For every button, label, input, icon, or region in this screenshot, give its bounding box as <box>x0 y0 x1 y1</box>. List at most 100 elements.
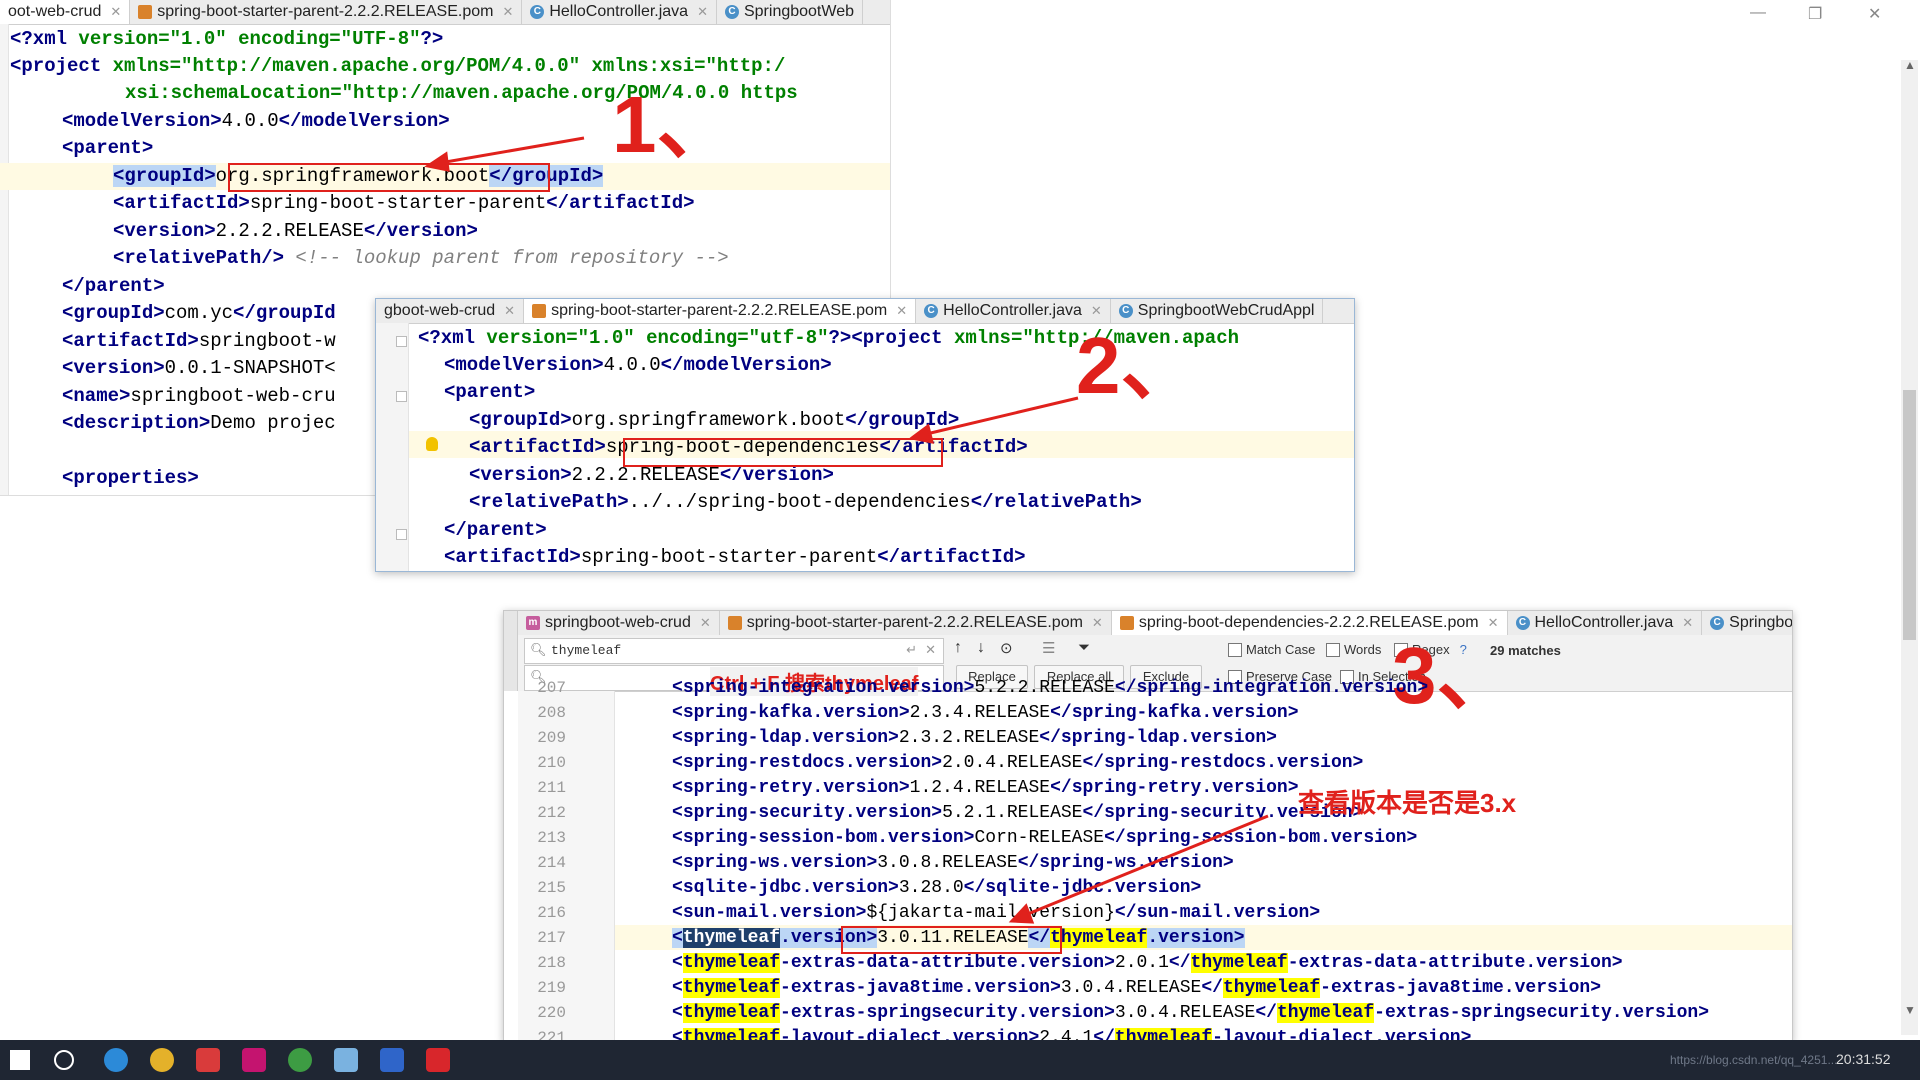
close-button[interactable]: ✕ <box>1868 4 1881 24</box>
code-line: </parent> <box>444 519 547 541</box>
tab-bar: m springboot-web-crud ✕ spring-boot-starte… <box>518 611 1792 636</box>
code-line: <relativePath>../../spring-boot-dependen… <box>469 491 1142 513</box>
close-icon[interactable]: ✕ <box>110 4 121 20</box>
tab-starter-parent-pom[interactable]: spring-boot-starter-parent-2.2.2.RELEASE… <box>720 611 1112 635</box>
clear-icon[interactable]: ✕ <box>925 642 936 658</box>
code-line: <artifactId>springboot-w <box>62 330 336 352</box>
close-icon[interactable]: ✕ <box>504 303 515 319</box>
scroll-down-icon[interactable]: ▼ <box>1904 1003 1916 1017</box>
tab-label: gboot-web-crud <box>384 302 496 319</box>
line-number: 218 <box>537 954 566 972</box>
tab-springboot-web-crud[interactable]: m springboot-web-crud ✕ <box>518 611 720 635</box>
tab-label: SpringbootWeb <box>743 3 854 20</box>
clock[interactable]: 20:31:52 <box>1836 1051 1891 1067</box>
tab-springbootwebcruda[interactable]: C SpringbootWebCrudA <box>1702 611 1792 635</box>
tab-label: spring-boot-starter-parent-2.2.2.RELEASE… <box>746 614 1083 631</box>
close-icon[interactable]: ✕ <box>1092 615 1103 631</box>
search-icon[interactable] <box>54 1050 74 1070</box>
search-query: thymeleaf <box>551 643 622 658</box>
close-icon[interactable]: ✕ <box>1682 615 1693 631</box>
code-line: </parent> <box>62 275 165 297</box>
close-icon[interactable]: ✕ <box>700 615 711 631</box>
project-tool-strip[interactable] <box>504 611 518 691</box>
word-icon[interactable] <box>380 1048 404 1072</box>
close-icon[interactable]: ✕ <box>1488 615 1499 631</box>
search-input[interactable]: 🔍︎ thymeleaf ↵ ✕ <box>524 638 944 664</box>
close-icon[interactable]: ✕ <box>1091 303 1102 319</box>
maximize-button[interactable]: ❐ <box>1808 4 1822 24</box>
next-occurrence-icon[interactable]: ↓ <box>977 639 985 657</box>
close-icon[interactable]: ✕ <box>896 303 907 319</box>
tab-label: HelloController.java <box>1534 614 1674 631</box>
tab-hellocontroller[interactable]: C HelloController.java ✕ <box>916 299 1111 323</box>
maven-file-icon <box>727 616 742 630</box>
tab-springboot-web-crud[interactable]: oot-web-crud ✕ <box>0 0 131 24</box>
intellij-icon[interactable] <box>242 1048 266 1072</box>
tab-springbootweb[interactable]: C SpringbootWeb <box>717 0 863 24</box>
close-icon[interactable]: ✕ <box>697 4 708 20</box>
code-line: <sqlite-jdbc.version>3.28.0</sqlite-jdbc… <box>672 878 1202 898</box>
fold-marker[interactable] <box>396 336 407 347</box>
code-line: <parent> <box>444 381 536 403</box>
code-line: <project xmlns="http://maven.apache.org/… <box>10 55 786 77</box>
version-annotation: 查看版本是否是3.x <box>1298 788 1517 818</box>
tab-hellocontroller[interactable]: C HelloController.java ✕ <box>522 0 717 24</box>
chrome-icon-2[interactable] <box>288 1048 312 1072</box>
tab-starter-parent-pom[interactable]: spring-boot-starter-parent-2.2.2.RELEASE… <box>130 0 523 24</box>
prev-occurrence-icon[interactable]: ↑ <box>954 639 962 657</box>
scrollbar-thumb[interactable] <box>1903 390 1916 640</box>
fold-marker[interactable] <box>396 529 407 540</box>
code-line: <spring-security.version>5.2.1.RELEASE</… <box>672 803 1364 823</box>
line-number: 217 <box>537 929 566 947</box>
tab-label: spring-boot-dependencies-2.2.2.RELEASE.p… <box>1138 614 1479 631</box>
chrome-icon[interactable] <box>150 1048 174 1072</box>
tab-bar: gboot-web-crud ✕ spring-boot-starter-pare… <box>376 299 1354 324</box>
match-case-checkbox[interactable]: Match Case <box>1228 642 1315 657</box>
tab-label: oot-web-crud <box>8 3 102 20</box>
lightbulb-icon[interactable] <box>426 437 438 451</box>
line-number: 219 <box>537 979 566 997</box>
tab-label: spring-boot-starter-parent-2.2.2.RELEASE… <box>157 3 494 20</box>
code-line: <version>2.2.2.RELEASE</version> <box>113 220 478 242</box>
window-controls: — ❐ ✕ <box>1750 0 1920 28</box>
recorder-icon[interactable] <box>426 1048 450 1072</box>
tab-springboot-web-crud[interactable]: gboot-web-crud ✕ <box>376 299 525 323</box>
words-checkbox[interactable]: Words <box>1326 642 1381 657</box>
code-line: <sun-mail.version>${jakarta-mail.version… <box>672 903 1321 923</box>
windows-start-icon[interactable] <box>10 1050 30 1070</box>
code-line: <spring-kafka.version>2.3.4.RELEASE</spr… <box>672 703 1299 723</box>
csdn-watermark: https://blog.csdn.net/qq_4251... <box>1670 1053 1838 1067</box>
editor-gutter <box>0 24 9 495</box>
code-area[interactable]: 207 <spring-integration.version>5.2.2.REL… <box>504 678 1792 1041</box>
code-line: <groupId>org.springframework.boot</group… <box>469 409 960 431</box>
close-icon[interactable]: ✕ <box>502 4 513 20</box>
tab-starter-parent-pom[interactable]: spring-boot-starter-parent-2.2.2.RELEASE… <box>524 299 917 323</box>
select-all-icon[interactable]: ☰ <box>1042 639 1055 657</box>
code-line: <version>0.0.1-SNAPSHOT< <box>62 357 336 379</box>
code-line: <thymeleaf-extras-data-attribute.version… <box>672 953 1623 973</box>
highlight-box <box>228 163 550 192</box>
step-annotation-2: 2、 <box>1076 321 1201 410</box>
tab-springbootwebcrudappl[interactable]: C SpringbootWebCrudAppl <box>1111 299 1324 323</box>
line-number: 210 <box>537 754 566 772</box>
notes-app-icon[interactable] <box>334 1048 358 1072</box>
code-line: <spring-session-bom.version>Corn-RELEASE… <box>672 828 1418 848</box>
minimize-button[interactable]: — <box>1750 4 1766 22</box>
line-number: 207 <box>537 679 566 697</box>
edge-browser-icon[interactable] <box>104 1048 128 1072</box>
scroll-up-icon[interactable]: ▲ <box>1904 58 1916 72</box>
fold-marker[interactable] <box>396 391 407 402</box>
newline-icon[interactable]: ↵ <box>906 642 917 658</box>
tab-bar: oot-web-crud ✕ spring-boot-starter-parent… <box>0 0 890 25</box>
line-number: 216 <box>537 904 566 922</box>
java-class-icon: C <box>1118 304 1133 318</box>
code-line: <artifactId>spring-boot-starter-parent</… <box>444 546 1026 568</box>
filter-icon[interactable]: ⏷ <box>1078 639 1090 656</box>
find-all-icon[interactable]: ⊙ <box>1000 639 1013 657</box>
tab-hellocontroller[interactable]: C HelloController.java ✕ <box>1508 611 1703 635</box>
line-number: 213 <box>537 829 566 847</box>
app-grid-icon[interactable] <box>196 1048 220 1072</box>
tab-label: SpringbootWebCrudA <box>1729 614 1792 631</box>
code-line: <name>springboot-web-cru <box>62 385 336 407</box>
code-line: <modelVersion>4.0.0</modelVersion> <box>62 110 450 132</box>
